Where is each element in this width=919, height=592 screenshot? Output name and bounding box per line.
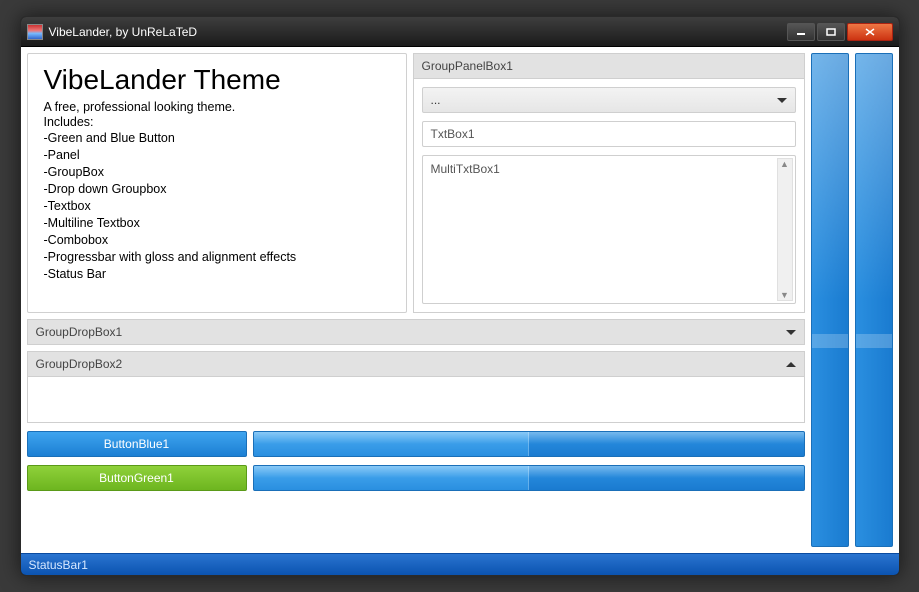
blue-button-label: ButtonBlue1 [104, 437, 169, 451]
progressbar-gloss [254, 466, 804, 478]
minimize-button[interactable] [787, 23, 815, 41]
theme-heading: VibeLander Theme [44, 64, 390, 96]
progressbar-2 [253, 465, 805, 491]
maximize-icon [826, 28, 836, 36]
titlebar[interactable]: VibeLander, by UnReLaTeD [21, 17, 899, 47]
multiline-textbox-value: MultiTxtBox1 [431, 162, 500, 176]
status-bar: StatusBar1 [21, 553, 899, 575]
green-button-label: ButtonGreen1 [99, 471, 174, 485]
theme-feature-list: -Green and Blue Button -Panel -GroupBox … [44, 130, 390, 283]
buttons-row-2: ButtonGreen1 [27, 465, 805, 491]
status-bar-text: StatusBar1 [29, 558, 88, 572]
vertical-progressbar-2 [855, 53, 893, 547]
theme-includes-label: Includes: [44, 115, 390, 129]
scrollbar[interactable]: ▲ ▼ [777, 158, 793, 301]
multiline-textbox[interactable]: MultiTxtBox1 ▲ ▼ [422, 155, 796, 304]
buttons-row-1: ButtonBlue1 [27, 431, 805, 457]
group-panel-header: GroupPanelBox1 [413, 53, 805, 79]
group-panel-title: GroupPanelBox1 [422, 59, 513, 73]
progressbar-gloss [254, 432, 804, 444]
list-item: -Multiline Textbox [44, 215, 390, 232]
vertical-progressbar-2-marker [856, 334, 892, 348]
progressbar-1 [253, 431, 805, 457]
close-icon [865, 28, 875, 36]
list-item: -Progressbar with gloss and alignment ef… [44, 249, 390, 266]
window-title: VibeLander, by UnReLaTeD [49, 25, 785, 39]
list-item: -Drop down Groupbox [44, 181, 390, 198]
group-drop-box-1: GroupDropBox1 [27, 319, 805, 345]
vertical-progressbars [811, 53, 893, 547]
blue-button[interactable]: ButtonBlue1 [27, 431, 247, 457]
minimize-icon [796, 28, 806, 36]
group-drop-box-2-body [27, 377, 805, 423]
combobox[interactable]: ... [422, 87, 796, 113]
list-item: -Panel [44, 147, 390, 164]
close-button[interactable] [847, 23, 893, 41]
group-drop-box-1-title: GroupDropBox1 [36, 325, 123, 339]
group-drop-box-2-title: GroupDropBox2 [36, 357, 123, 371]
main-area: VibeLander Theme A free, professional lo… [27, 53, 893, 547]
scroll-up-icon: ▲ [780, 159, 789, 169]
list-item: -Textbox [44, 198, 390, 215]
chevron-up-icon [786, 362, 796, 367]
vertical-progressbar-1 [811, 53, 849, 547]
green-button[interactable]: ButtonGreen1 [27, 465, 247, 491]
theme-subtitle: A free, professional looking theme. [44, 100, 390, 114]
left-column: VibeLander Theme A free, professional lo… [27, 53, 805, 547]
group-drop-box-2-header[interactable]: GroupDropBox2 [27, 351, 805, 377]
list-item: -GroupBox [44, 164, 390, 181]
chevron-down-icon [786, 330, 796, 335]
app-window: VibeLander, by UnReLaTeD VibeLander Them… [20, 16, 900, 576]
textbox[interactable]: TxtBox1 [422, 121, 796, 147]
top-row: VibeLander Theme A free, professional lo… [27, 53, 805, 313]
chevron-down-icon [777, 98, 787, 103]
maximize-button[interactable] [817, 23, 845, 41]
client-area: VibeLander Theme A free, professional lo… [21, 47, 899, 553]
textbox-value: TxtBox1 [431, 127, 475, 141]
combobox-value: ... [431, 93, 441, 107]
group-panel-box: GroupPanelBox1 ... TxtBox1 MultiTx [413, 53, 805, 313]
group-drop-box-2: GroupDropBox2 [27, 351, 805, 423]
scroll-down-icon: ▼ [780, 290, 789, 300]
app-icon [27, 24, 43, 40]
vertical-progressbar-1-marker [812, 334, 848, 348]
group-panel-body: ... TxtBox1 MultiTxtBox1 ▲ ▼ [413, 79, 805, 313]
list-item: -Green and Blue Button [44, 130, 390, 147]
group-drop-box-1-header[interactable]: GroupDropBox1 [27, 319, 805, 345]
theme-info-panel: VibeLander Theme A free, professional lo… [27, 53, 407, 313]
list-item: -Status Bar [44, 266, 390, 283]
list-item: -Combobox [44, 232, 390, 249]
